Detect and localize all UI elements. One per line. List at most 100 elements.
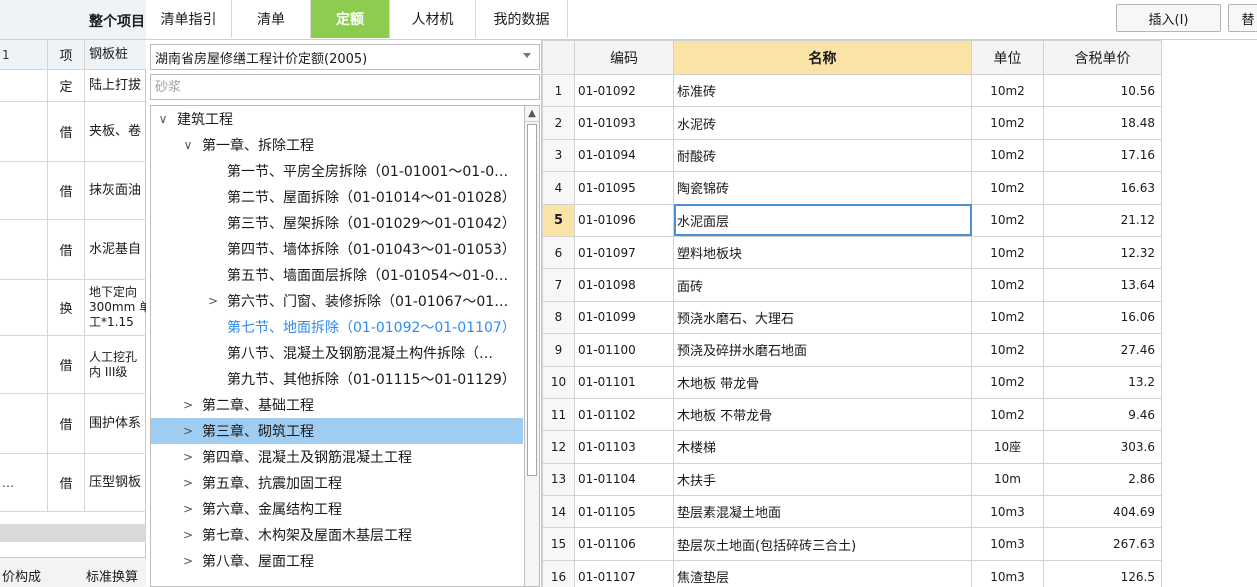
name-cell[interactable]: 木扶手	[673, 462, 972, 497]
chevron-right-icon[interactable]: >	[207, 294, 219, 308]
tree-item[interactable]: > 第二章、基础工程	[151, 392, 523, 418]
code-cell[interactable]: 01-01096	[574, 203, 674, 237]
unit-cell[interactable]: 10m	[971, 462, 1044, 497]
background-grid-row[interactable]: 借人工挖孔 内 III级	[0, 336, 146, 394]
name-cell[interactable]: 垫层灰土地面(包括碎砖三合土)	[673, 527, 972, 561]
table-row[interactable]: 7 01-01098 面砖 10m2 13.64	[542, 268, 1162, 302]
name-cell[interactable]: 焦渣垫层	[673, 559, 972, 587]
unit-cell[interactable]: 10m3	[971, 559, 1044, 587]
table-row[interactable]: 3 01-01094 耐酸砖 10m2 17.16	[542, 138, 1162, 173]
price-cell[interactable]: 2.86	[1043, 462, 1162, 497]
unit-cell[interactable]: 10m2	[971, 171, 1044, 205]
row-number-cell[interactable]: 6	[542, 235, 575, 270]
code-cell[interactable]: 01-01097	[574, 235, 674, 270]
name-cell[interactable]: 垫层素混凝土地面	[673, 495, 972, 529]
name-cell[interactable]: 陶瓷锦砖	[673, 171, 972, 205]
table-row[interactable]: 16 01-01107 焦渣垫层 10m3 126.5	[542, 559, 1162, 587]
tree-item[interactable]: > 第五章、抗震加固工程	[151, 470, 523, 496]
code-cell[interactable]: 01-01106	[574, 527, 674, 561]
price-cell[interactable]: 17.16	[1043, 138, 1162, 173]
table-row[interactable]: 12 01-01103 木楼梯 10座 303.6	[542, 430, 1162, 464]
code-cell[interactable]: 01-01105	[574, 495, 674, 529]
tree-item[interactable]: 第五节、墙面面层拆除（01-01054～01-0…	[151, 262, 523, 288]
name-cell[interactable]: 水泥面层	[673, 203, 972, 237]
table-row[interactable]: 6 01-01097 塑料地板块 10m2 12.32	[542, 235, 1162, 270]
tree-item[interactable]: > 第六节、门窗、装修拆除（01-01067～01…	[151, 288, 523, 314]
name-cell[interactable]: 预浇及碎拼水磨石地面	[673, 333, 972, 367]
code-cell[interactable]: 01-01103	[574, 430, 674, 464]
row-number-cell[interactable]: 12	[542, 430, 575, 464]
row-number-cell[interactable]: 14	[542, 495, 575, 529]
background-grid-row[interactable]: 换地下定向 300mm 单 工*1.15	[0, 280, 146, 336]
unit-cell[interactable]: 10m2	[971, 235, 1044, 270]
unit-cell[interactable]: 10m2	[971, 203, 1044, 237]
code-cell[interactable]: 01-01101	[574, 365, 674, 399]
tree-item[interactable]: ∨ 建筑工程	[151, 106, 523, 132]
chevron-right-icon[interactable]: >	[182, 554, 194, 568]
row-number-cell[interactable]: 13	[542, 462, 575, 497]
chevron-down-icon[interactable]: ∨	[157, 112, 169, 126]
code-cell[interactable]: 01-01099	[574, 300, 674, 335]
chevron-down-icon[interactable]	[523, 53, 531, 58]
background-grid-row[interactable]: 借抹灰面油	[0, 162, 146, 220]
scroll-up-arrow-icon[interactable]: ▲	[525, 106, 539, 122]
quota-library-select[interactable]: 湖南省房屋修缮工程计价定额(2005)	[150, 44, 540, 70]
table-row[interactable]: 8 01-01099 预浇水磨石、大理石 10m2 16.06	[542, 300, 1162, 335]
tree-vertical-scrollbar[interactable]: ▲	[524, 105, 540, 587]
price-cell[interactable]: 267.63	[1043, 527, 1162, 561]
row-number-cell[interactable]: 7	[542, 268, 575, 302]
price-cell[interactable]: 21.12	[1043, 203, 1162, 237]
row-number-cell[interactable]: 16	[542, 559, 575, 587]
row-number-cell[interactable]: 9	[542, 333, 575, 367]
background-grid-row[interactable]: 借夹板、卷	[0, 102, 146, 162]
unit-cell[interactable]: 10m2	[971, 106, 1044, 140]
name-cell[interactable]: 木楼梯	[673, 430, 972, 464]
price-cell[interactable]: 16.06	[1043, 300, 1162, 335]
row-number-cell[interactable]: 1	[542, 73, 575, 108]
code-cell[interactable]: 01-01092	[574, 73, 674, 108]
price-cell[interactable]: 404.69	[1043, 495, 1162, 529]
tree-item[interactable]: ∨ 第一章、拆除工程	[151, 132, 523, 158]
name-cell[interactable]: 木地板 不带龙骨	[673, 397, 972, 432]
tree-item[interactable]: > 第七章、木构架及屋面木基层工程	[151, 522, 523, 548]
price-cell[interactable]: 12.32	[1043, 235, 1162, 270]
column-header-name[interactable]: 名称	[673, 40, 972, 75]
chevron-right-icon[interactable]: >	[182, 502, 194, 516]
name-cell[interactable]: 标准砖	[673, 73, 972, 108]
price-cell[interactable]: 13.64	[1043, 268, 1162, 302]
tree-item[interactable]: 第八节、混凝土及钢筋混凝土构件拆除（…	[151, 340, 523, 366]
price-cell[interactable]: 9.46	[1043, 397, 1162, 432]
code-cell[interactable]: 01-01095	[574, 171, 674, 205]
bottom-tab-standard-conversion[interactable]: 标准换算	[86, 566, 138, 585]
tree-item[interactable]: > 第三章、砌筑工程	[151, 418, 523, 444]
unit-cell[interactable]: 10m2	[971, 365, 1044, 399]
tab-list-guide[interactable]: 清单指引	[146, 0, 232, 38]
code-cell[interactable]: 01-01104	[574, 462, 674, 497]
row-number-cell[interactable]: 5	[542, 203, 575, 237]
unit-cell[interactable]: 10m2	[971, 268, 1044, 302]
tab-quota[interactable]: 定额	[311, 0, 390, 38]
row-number-cell[interactable]: 8	[542, 300, 575, 335]
tree-item[interactable]: 第三节、屋架拆除（01-01029～01-01042）	[151, 210, 523, 236]
unit-cell[interactable]: 10m2	[971, 300, 1044, 335]
unit-cell[interactable]: 10m2	[971, 397, 1044, 432]
unit-cell[interactable]: 10座	[971, 430, 1044, 464]
table-row[interactable]: 13 01-01104 木扶手 10m 2.86	[542, 462, 1162, 497]
background-grid-row[interactable]: … 借压型钢板	[0, 454, 146, 512]
chevron-right-icon[interactable]: >	[182, 450, 194, 464]
code-cell[interactable]: 01-01093	[574, 106, 674, 140]
tree-item[interactable]: 第二节、屋面拆除（01-01014～01-01028）	[151, 184, 523, 210]
table-row[interactable]: 9 01-01100 预浇及碎拼水磨石地面 10m2 27.46	[542, 333, 1162, 367]
column-header-unit[interactable]: 单位	[971, 40, 1044, 75]
column-header-price[interactable]: 含税单价	[1043, 40, 1162, 75]
price-cell[interactable]: 18.48	[1043, 106, 1162, 140]
row-number-cell[interactable]: 15	[542, 527, 575, 561]
background-grid-row[interactable]: 借围护体系	[0, 394, 146, 454]
name-cell[interactable]: 塑料地板块	[673, 235, 972, 270]
price-cell[interactable]: 27.46	[1043, 333, 1162, 367]
bottom-tab-price-composition[interactable]: 价构成	[2, 566, 41, 585]
name-cell[interactable]: 耐酸砖	[673, 138, 972, 173]
code-cell[interactable]: 01-01094	[574, 138, 674, 173]
code-cell[interactable]: 01-01102	[574, 397, 674, 432]
row-number-cell[interactable]: 2	[542, 106, 575, 140]
